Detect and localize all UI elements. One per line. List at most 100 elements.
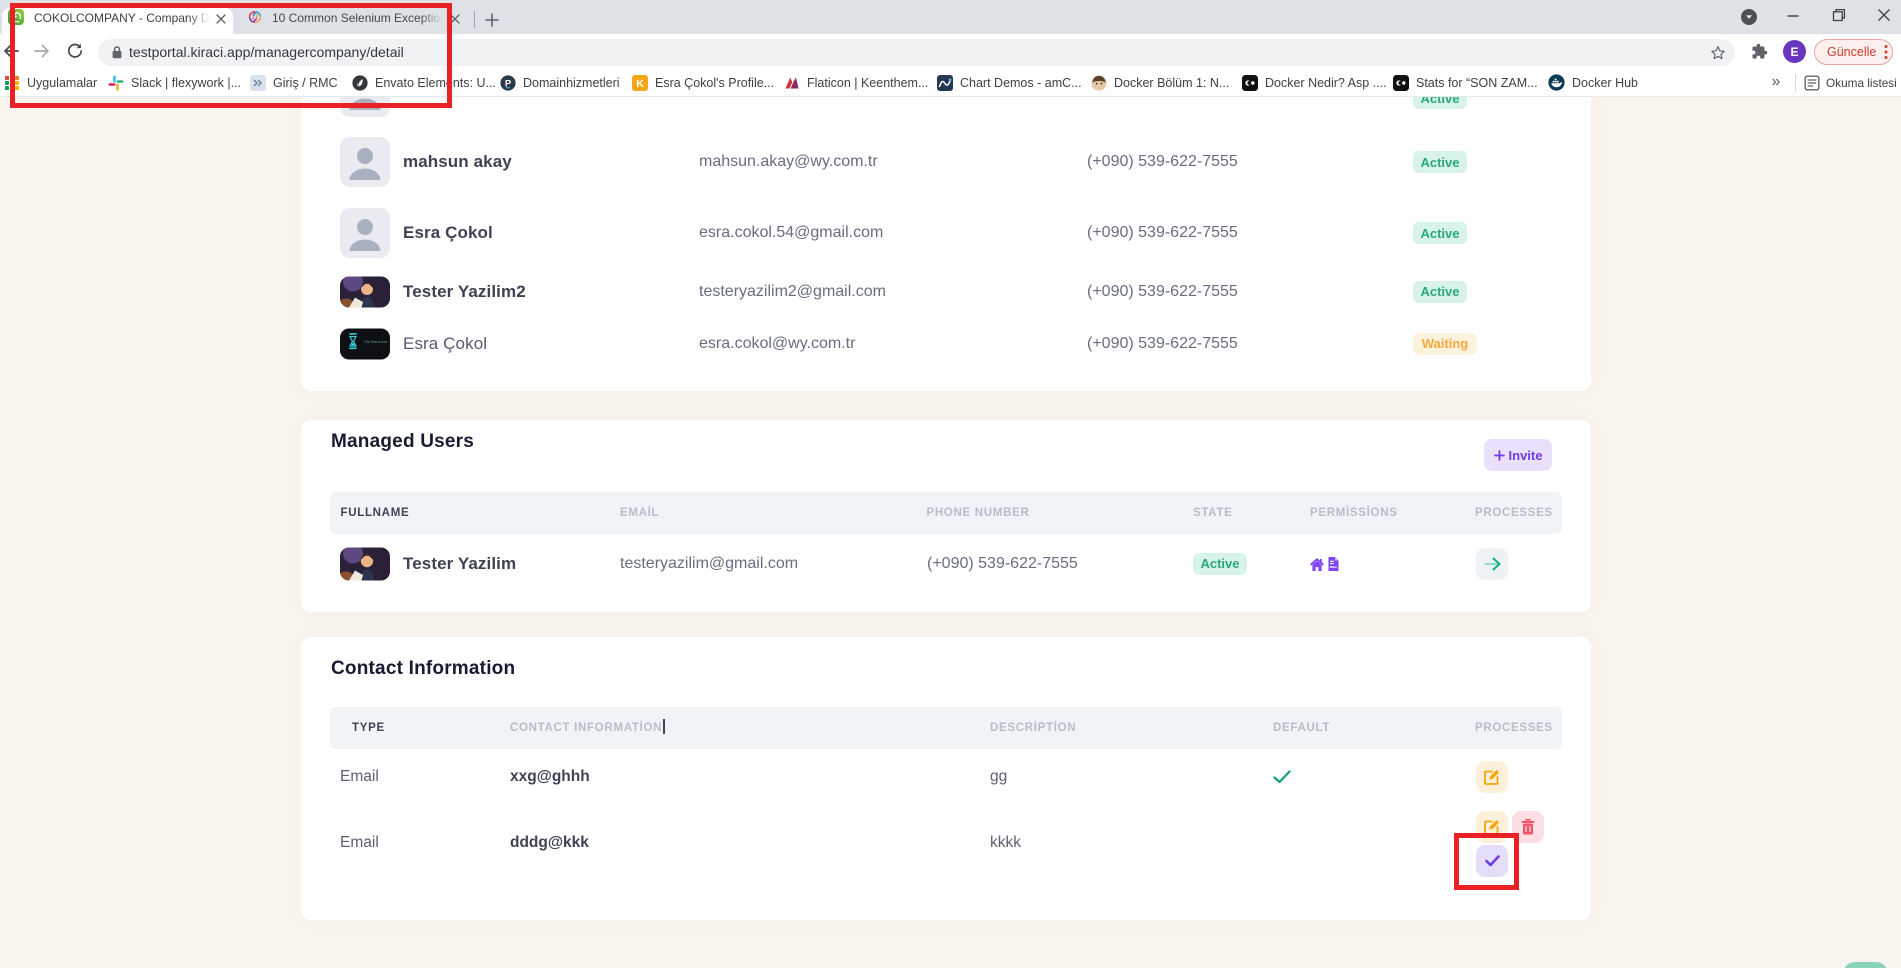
user-email: mahsun.akay@wy.com.tr <box>699 153 878 171</box>
face-avatar-icon <box>1091 75 1107 91</box>
window-minimize-button[interactable] <box>1770 0 1816 30</box>
bookmarks-overflow-chevron[interactable]: » <box>1767 73 1785 91</box>
open-user-processes-button[interactable] <box>1476 548 1508 580</box>
extensions-puzzle-icon[interactable] <box>1751 43 1768 60</box>
edit-pencil-icon <box>1484 769 1500 785</box>
avatar <box>340 137 390 187</box>
reading-list-icon <box>1804 75 1820 91</box>
update-button[interactable]: Güncelle <box>1814 39 1893 65</box>
bookmark-docker-hub[interactable]: Docker Hub <box>1548 69 1638 96</box>
document-permission-icon <box>1328 556 1339 571</box>
table-row-partial: Active <box>301 97 1591 117</box>
section-title: Managed Users <box>331 431 474 453</box>
contact-value: xxg@ghhh <box>510 768 590 786</box>
user-phone: (+090) 539-622-7555 <box>1087 283 1238 301</box>
browser-window: COKOLCOMPANY - Company Detail <box>0 0 1901 968</box>
chat-widget-peek[interactable] <box>1843 962 1888 968</box>
user-phone: (+090) 539-622-7555 <box>1087 224 1238 242</box>
column-header: PERMİSSİONS <box>1310 492 1398 534</box>
status-badge: Active <box>1413 97 1467 109</box>
docker-whale-icon <box>1548 74 1565 91</box>
column-header: TYPE <box>352 707 385 749</box>
menu-kebab-icon[interactable] <box>1884 44 1888 60</box>
amcharts-icon <box>937 75 953 91</box>
table-header: TYPE CONTACT INFORMATİON DESCRİPTİON DEF… <box>330 707 1562 749</box>
column-header: PROCESSES <box>1475 707 1553 749</box>
contact-description: gg <box>990 768 1007 786</box>
avatar: The Time is now <box>340 328 390 359</box>
window-close-button[interactable] <box>1861 0 1901 30</box>
page-content: Active mahsun akay mahsun.akay@wy.com.tr… <box>0 97 1901 968</box>
table-row-user: Esra Çokol esra.cokol.54@gmail.com (+090… <box>301 208 1591 258</box>
user-email: testeryazilim2@gmail.com <box>699 283 886 301</box>
tab-search-button[interactable] <box>1741 9 1757 25</box>
user-email: testeryazilim@gmail.com <box>620 555 798 573</box>
invite-button[interactable]: Invite <box>1484 439 1552 471</box>
table-row-contact: Email dddg@kkk kkkk <box>301 825 1591 861</box>
dark-dots-icon <box>1242 75 1258 91</box>
contact-type: Email <box>340 834 379 852</box>
bookmark-domainhizmetleri[interactable]: P Domainhizmetleri <box>500 69 620 96</box>
user-phone: (+090) 539-622-7555 <box>927 555 1078 573</box>
user-email: esra.cokol@wy.com.tr <box>699 335 855 353</box>
flaticon-icon <box>784 75 800 91</box>
bookmark-docker-nedir[interactable]: Docker Nedir? Asp .... <box>1242 69 1387 96</box>
status-badge: Active <box>1413 281 1467 303</box>
bookmark-esra-profile[interactable]: K Esra Çokol's Profile... <box>632 69 774 96</box>
table-row-user: The Time is now Esra Çokol esra.cokol@wy… <box>301 328 1591 359</box>
reading-list-button[interactable]: Okuma listesi <box>1804 69 1897 96</box>
status-badge: Active <box>1413 151 1467 173</box>
column-header: EMAİL <box>620 492 659 534</box>
update-label: Güncelle <box>1827 45 1876 59</box>
user-email: esra.cokol.54@gmail.com <box>699 224 883 242</box>
invite-label: Invite <box>1509 448 1543 463</box>
annotation-rectangle-confirm <box>1454 833 1519 890</box>
user-name: Esra Çokol <box>403 334 487 354</box>
svg-text:K: K <box>636 78 644 90</box>
avatar <box>340 547 390 580</box>
default-check-icon <box>1273 770 1291 784</box>
contact-value: dddg@kkk <box>510 834 589 852</box>
table-header: FULLNAME EMAİL PHONE NUMBER STATE PERMİS… <box>330 492 1562 534</box>
bookmark-chart-demos[interactable]: Chart Demos - amC... <box>937 69 1082 96</box>
user-name: Esra Çokol <box>403 223 493 243</box>
svg-text:The Time is now: The Time is now <box>364 340 388 344</box>
profile-avatar[interactable]: E <box>1783 40 1806 63</box>
table-row-user: Tester Yazilim2 testeryazilim2@gmail.com… <box>301 276 1591 307</box>
edit-contact-button[interactable] <box>1476 761 1508 793</box>
avatar <box>340 208 390 258</box>
contact-information-card: Contact Information TYPE CONTACT INFORMA… <box>301 637 1591 920</box>
column-header: DEFAULT <box>1273 707 1330 749</box>
bookmark-stats-son-zam[interactable]: Stats for “SON ZAM... <box>1393 69 1538 96</box>
plus-icon <box>1494 450 1505 461</box>
status-badge: Active <box>1413 222 1467 244</box>
user-name: Tester Yazilim2 <box>403 282 526 302</box>
managed-users-card: Managed Users Invite FULLNAME EMAİL PHON… <box>301 420 1591 612</box>
table-row-managed-user: Tester Yazilim testeryazilim@gmail.com (… <box>301 547 1591 580</box>
column-header: PHONE NUMBER <box>927 492 1030 534</box>
arrow-right-icon <box>1484 557 1501 571</box>
status-badge: Active <box>1193 553 1247 575</box>
letter-k-icon: K <box>632 75 648 91</box>
tab-separator <box>474 11 475 28</box>
bookmark-docker-bolum[interactable]: Docker Bölüm 1: N... <box>1091 69 1229 96</box>
window-restore-button[interactable] <box>1816 0 1862 30</box>
bookmarks-separator <box>1795 74 1796 91</box>
home-permission-icon <box>1309 557 1325 571</box>
status-badge: Waiting <box>1413 333 1477 355</box>
column-header: STATE <box>1193 492 1233 534</box>
new-tab-button[interactable] <box>484 12 500 28</box>
user-name: Tester Yazilim <box>403 554 516 574</box>
user-phone: (+090) 539-622-7555 <box>1087 335 1238 353</box>
letter-p-icon: P <box>500 75 516 91</box>
user-phone: (+090) 539-622-7555 <box>1087 153 1238 171</box>
column-header: FULLNAME <box>341 492 410 534</box>
column-header-with-cursor: CONTACT INFORMATİON <box>510 707 665 749</box>
contact-description: kkkk <box>990 834 1021 852</box>
user-name: mahsun akay <box>403 152 512 172</box>
avatar <box>340 276 390 307</box>
bookmark-star-icon[interactable] <box>1710 45 1726 61</box>
bookmark-flaticon[interactable]: Flaticon | Keenthem... <box>784 69 928 96</box>
dark-dots-icon <box>1393 75 1409 91</box>
section-title: Contact Information <box>331 658 515 680</box>
